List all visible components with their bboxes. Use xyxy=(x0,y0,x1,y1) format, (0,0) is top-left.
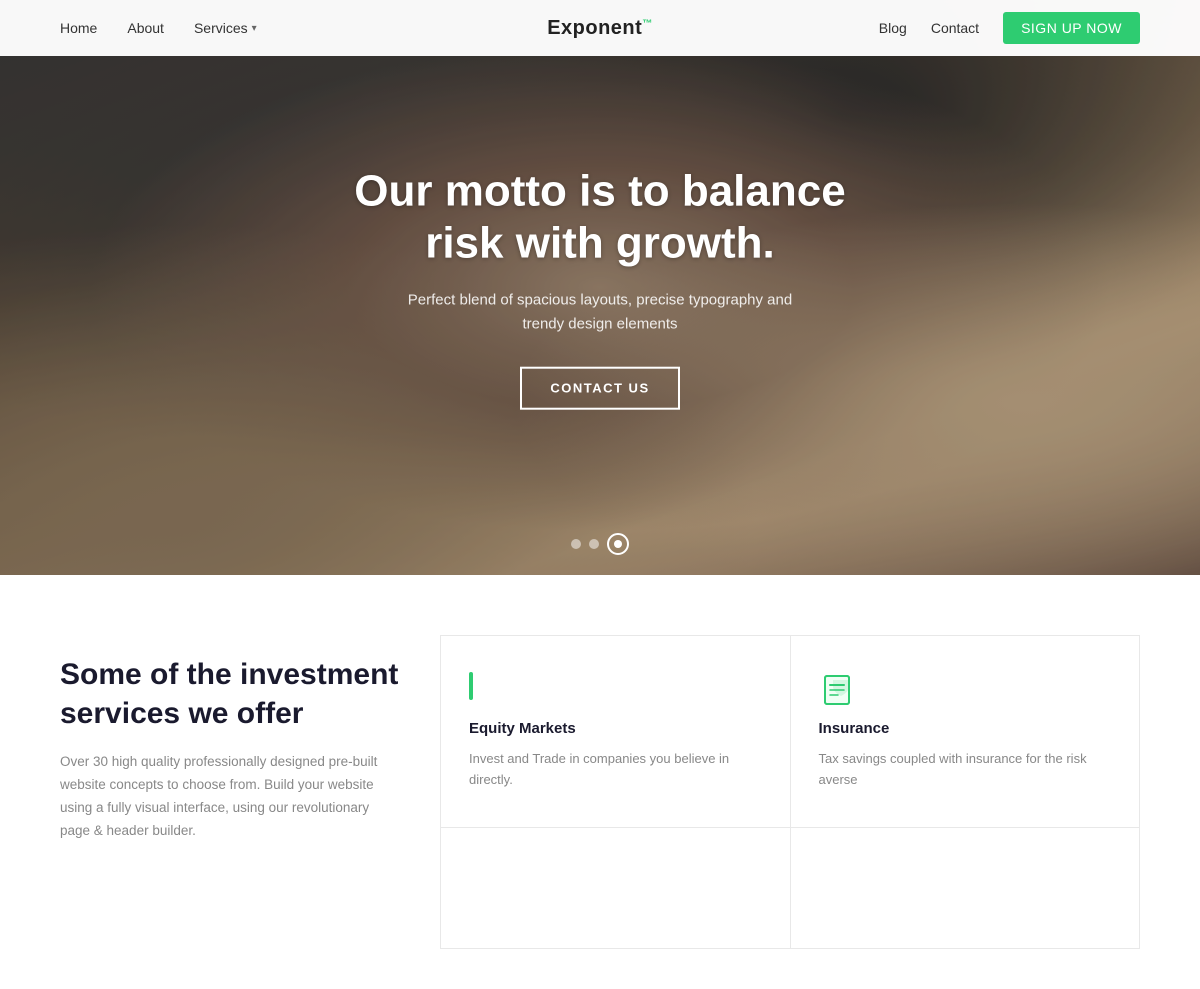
hero-cta-button[interactable]: CONTACT US xyxy=(520,367,679,410)
carousel-dot-2[interactable] xyxy=(589,539,599,549)
card-equity-markets: Equity Markets Invest and Trade in compa… xyxy=(441,636,790,827)
navbar: Home About Services ▾ Exponent™ Blog Con… xyxy=(0,0,1200,56)
card-empty-1 xyxy=(441,828,790,948)
site-logo[interactable]: Exponent™ xyxy=(547,17,653,40)
services-cards-grid: Equity Markets Invest and Trade in compa… xyxy=(440,635,1140,949)
card-insurance-title: Insurance xyxy=(819,720,1112,737)
card-equity-title: Equity Markets xyxy=(469,720,762,737)
chevron-down-icon: ▾ xyxy=(252,23,257,34)
hero-title: Our motto is to balance risk with growth… xyxy=(300,165,900,271)
insurance-icon xyxy=(819,672,855,708)
nav-services[interactable]: Services ▾ xyxy=(194,20,257,36)
nav-blog[interactable]: Blog xyxy=(879,20,907,36)
nav-contact[interactable]: Contact xyxy=(931,20,979,36)
hero-content: Our motto is to balance risk with growth… xyxy=(300,165,900,410)
nav-about[interactable]: About xyxy=(127,20,164,36)
nav-home[interactable]: Home xyxy=(60,20,97,36)
hero-section: Our motto is to balance risk with growth… xyxy=(0,0,1200,575)
equity-icon xyxy=(469,672,505,708)
nav-right: Blog Contact SIGN UP NOW xyxy=(879,12,1140,44)
services-heading: Some of the investment services we offer xyxy=(60,655,400,733)
hero-subtitle: Perfect blend of spacious layouts, preci… xyxy=(300,289,900,337)
signup-button[interactable]: SIGN UP NOW xyxy=(1003,12,1140,44)
services-section: Some of the investment services we offer… xyxy=(0,575,1200,989)
nav-left: Home About Services ▾ xyxy=(60,20,257,36)
carousel-dot-1[interactable] xyxy=(571,539,581,549)
card-empty-2 xyxy=(791,828,1140,948)
card-equity-desc: Invest and Trade in companies you believ… xyxy=(469,749,762,791)
carousel-dot-3[interactable] xyxy=(607,533,629,555)
card-insurance-desc: Tax savings coupled with insurance for t… xyxy=(819,749,1112,791)
card-insurance: Insurance Tax savings coupled with insur… xyxy=(791,636,1140,827)
services-description: Over 30 high quality professionally desi… xyxy=(60,751,400,843)
services-intro: Some of the investment services we offer… xyxy=(60,635,440,949)
carousel-dots xyxy=(571,533,629,555)
